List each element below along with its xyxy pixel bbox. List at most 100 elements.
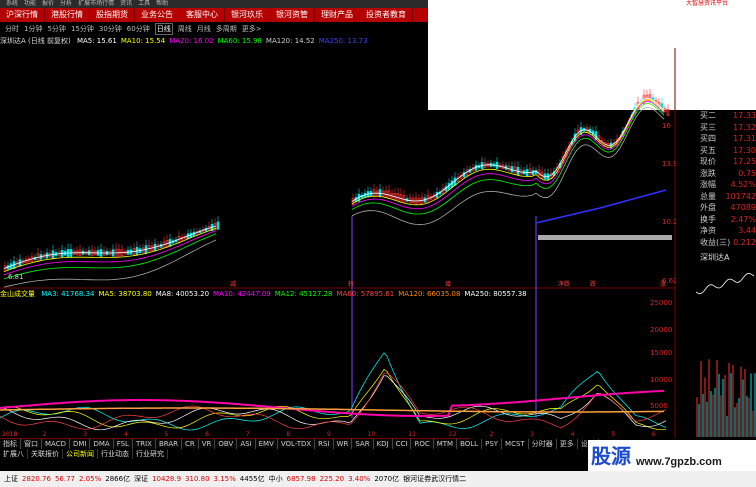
info-tab[interactable]: 行业动态	[98, 449, 133, 459]
ma250-curve	[535, 189, 667, 224]
indicator-tab[interactable]: MACD	[42, 438, 70, 449]
indicator-tab[interactable]: OBV	[215, 438, 238, 449]
indicator-tab[interactable]: CCI	[393, 438, 412, 449]
info-tab-bar: 扩展八 关联报价 公司新闻 行业动态 行业研究	[0, 449, 170, 459]
kline-chart[interactable]: 1613.9210.226.626.81减转增净跌跌涨2500020000150…	[0, 48, 676, 438]
volume-legend-title: 金山成交量	[0, 290, 35, 298]
nav-item[interactable]: 银河资管	[270, 8, 315, 22]
quote-label: 外盘	[700, 203, 716, 212]
period-tab[interactable]: 更多>	[242, 24, 262, 34]
quote-label: 买三	[700, 122, 716, 132]
quote-value: 0.75	[738, 168, 756, 178]
volume-ma-value: MA250: 80557.38	[464, 290, 527, 298]
indicator-tab[interactable]: WR	[334, 438, 353, 449]
nav-item[interactable]: 理财产品	[315, 8, 360, 22]
time-axis-label: 6	[652, 431, 656, 438]
volume-axis-label: 10000	[650, 376, 672, 384]
info-tab[interactable]: 行业研究	[133, 449, 168, 459]
indicator-tab[interactable]: KDJ	[374, 438, 393, 449]
ma-value: MA60: 15.98	[217, 37, 262, 45]
indicator-tab[interactable]: ROC	[411, 438, 434, 449]
ma-curve	[3, 97, 665, 269]
quote-row: 买二 17.33	[676, 110, 756, 122]
period-tab[interactable]: 30分钟	[99, 24, 122, 34]
index-percent: 3.15%	[213, 475, 236, 483]
nav-item[interactable]: 沪深行情	[0, 8, 45, 22]
indicator-tab[interactable]: PSY	[482, 438, 503, 449]
period-tab[interactable]: 60分钟	[127, 24, 150, 34]
indicator-tab[interactable]: BOLL	[457, 438, 483, 449]
quote-value: 17.33	[733, 111, 756, 120]
period-tab[interactable]: 1分钟	[24, 24, 42, 34]
nav-item[interactable]: 投资者教育	[360, 8, 413, 22]
info-tab[interactable]: 关联报价	[28, 449, 63, 459]
period-tab[interactable]: 月线	[197, 24, 211, 34]
top-menu-item[interactable]: 帮助	[156, 0, 168, 7]
nav-item[interactable]: 客服中心	[180, 8, 225, 22]
top-menu-item[interactable]: 工具	[138, 0, 150, 7]
price-axis-label: 16	[662, 122, 671, 130]
top-menu-item[interactable]: 系统	[6, 0, 18, 7]
index-amount: 4455亿	[239, 475, 265, 483]
nav-item[interactable]: 银河玖乐	[225, 8, 270, 22]
top-menu-item[interactable]: 扩展市场行情	[78, 0, 114, 7]
candle-body	[216, 221, 220, 230]
period-tab[interactable]: 多周期	[216, 24, 237, 34]
indicator-tab[interactable]: DMI	[70, 438, 91, 449]
price-axis-label: 13.92	[662, 160, 676, 168]
time-axis-label: 3	[530, 431, 534, 438]
quote-value: 47089	[730, 203, 756, 212]
indicator-tab[interactable]: DMA	[90, 438, 114, 449]
top-menu-item[interactable]: 分析	[60, 0, 72, 7]
indicator-tab[interactable]: MCST	[502, 438, 529, 449]
quote-row: 买四 17.31	[676, 133, 756, 145]
quote-value: 17.30	[733, 145, 756, 155]
quote-label: 现价	[700, 157, 716, 166]
main-nav-bar: 沪深行情 港股行情 股指期货 业务公告 客服中心 银河玖乐 银河资管 理财产品 投资者教育	[0, 8, 428, 22]
nav-item[interactable]: 业务公告	[135, 8, 180, 22]
indicator-tab[interactable]: RSI	[315, 438, 334, 449]
indicator-tab[interactable]: VOL-TDX	[278, 438, 316, 449]
indicator-tab[interactable]: EMV	[256, 438, 278, 449]
volume-ma-value: MA60: 57895.61	[336, 290, 395, 298]
volume-legend: 金山成交量 MA3: 41768.34 MA5: 38703.80 MA8: 400…	[0, 289, 531, 299]
period-bar: 分时 1分钟 5分钟 15分钟 30分钟 60分钟 日线 周线 月线 多周期 更多>	[0, 23, 428, 35]
period-tab[interactable]: 周线	[178, 24, 192, 34]
ma-value: MA20: 16.02	[169, 37, 214, 45]
index-name: 中小	[268, 475, 283, 483]
nav-item[interactable]: 港股行情	[45, 8, 90, 22]
price-axis-label: 10.22	[662, 218, 676, 226]
quote-label: 买五	[700, 145, 716, 155]
indicator-tab[interactable]: 指标	[0, 438, 21, 449]
nav-item[interactable]: 股指期货	[90, 8, 135, 22]
indicator-tab[interactable]: ASI	[237, 438, 256, 449]
indicator-tab[interactable]: 分时器	[529, 438, 557, 449]
index-change: 225.20	[319, 475, 345, 483]
info-tab[interactable]: 公司新闻	[63, 449, 98, 459]
period-tab[interactable]: 5分钟	[47, 24, 65, 34]
indicator-tab[interactable]: VR	[199, 438, 216, 449]
period-tab[interactable]: 15分钟	[71, 24, 94, 34]
indicator-tab[interactable]: MTM	[434, 438, 458, 449]
top-menu-item[interactable]: 资讯	[120, 0, 132, 7]
top-menu-item[interactable]: 报价	[42, 0, 54, 7]
indicator-tab[interactable]: 更多	[557, 438, 578, 449]
period-tab[interactable]: 分时	[5, 24, 19, 34]
time-axis-label: 4	[571, 431, 575, 438]
quote-value: 2.47%	[730, 214, 756, 224]
time-axis-label: 9	[327, 431, 331, 438]
indicator-tab[interactable]: BRAR	[156, 438, 182, 449]
period-tab[interactable]: 日线	[154, 23, 173, 35]
top-menu-item[interactable]: 功能	[24, 0, 36, 7]
quote-row: 净资 3.44	[676, 225, 756, 237]
indicator-tab[interactable]: TRIX	[133, 438, 156, 449]
indicator-tab[interactable]: CR	[182, 438, 199, 449]
indicator-tab[interactable]: 窗口	[21, 438, 42, 449]
quote-value: 0.212	[733, 237, 756, 247]
volume-ma-value: MA12: 45127.28	[274, 290, 333, 298]
minute-chart[interactable]	[696, 262, 756, 437]
indicator-tab[interactable]: FSL	[114, 438, 133, 449]
info-tab[interactable]: 扩展八	[0, 449, 28, 459]
indicator-tab[interactable]: SAR	[352, 438, 374, 449]
event-marker: 涨	[660, 280, 666, 288]
